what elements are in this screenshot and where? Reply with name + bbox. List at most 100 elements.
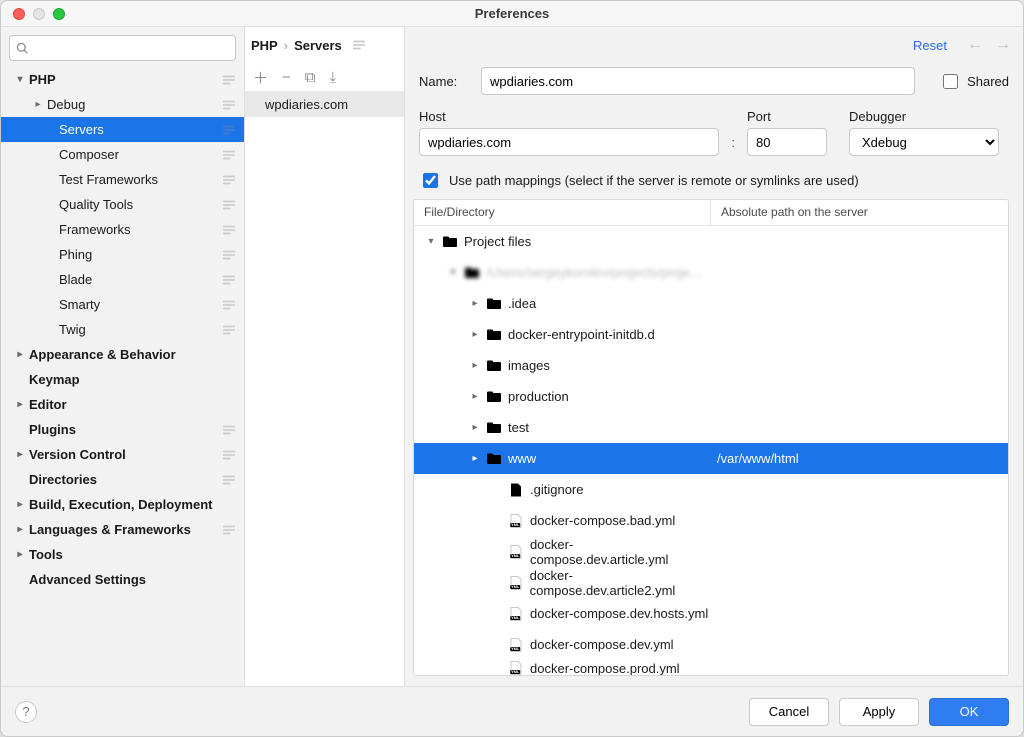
yml-file-icon [508, 637, 524, 653]
add-server-button[interactable]: ＋ [253, 67, 268, 88]
absolute-path-cell[interactable] [711, 474, 1008, 505]
breadcrumb-root[interactable]: PHP [251, 38, 278, 53]
nav-item-appearance-behavior[interactable]: ▸Appearance & Behavior [1, 342, 244, 367]
absolute-path-cell[interactable] [711, 412, 1008, 443]
file-row[interactable]: docker-compose.dev.hosts.yml [414, 598, 1008, 629]
nav-item-plugins[interactable]: Plugins [1, 417, 244, 442]
shared-checkbox[interactable] [943, 74, 958, 89]
reset-link[interactable]: Reset [913, 38, 947, 53]
apply-button[interactable]: Apply [839, 698, 919, 726]
absolute-path-cell[interactable] [711, 226, 1008, 257]
absolute-path-cell[interactable] [711, 350, 1008, 381]
nav-item-debug[interactable]: ▸Debug [1, 92, 244, 117]
nav-label: Build, Execution, Deployment [29, 497, 236, 512]
folder-row[interactable]: ▾/Users/sergeykorolev/projects/proje… [414, 257, 1008, 288]
window-zoom-button[interactable] [53, 8, 65, 20]
nav-item-directories[interactable]: Directories [1, 467, 244, 492]
file-row[interactable]: docker-compose.dev.yml [414, 629, 1008, 660]
nav-item-version-control[interactable]: ▸Version Control [1, 442, 244, 467]
folder-row[interactable]: ▾Project files [414, 226, 1008, 257]
nav-item-advanced-settings[interactable]: Advanced Settings [1, 567, 244, 592]
name-field[interactable] [481, 67, 915, 95]
disclosure-arrow: ▸ [470, 329, 480, 340]
nav-item-twig[interactable]: Twig [1, 317, 244, 342]
nav-label: Test Frameworks [59, 172, 222, 187]
file-row[interactable]: .gitignore [414, 474, 1008, 505]
import-server-button[interactable]: ⤓ [330, 69, 337, 86]
search-field[interactable] [33, 40, 229, 57]
file-row[interactable]: docker-compose.dev.article.yml [414, 536, 1008, 567]
host-port-separator: : [731, 135, 735, 156]
nav-item-composer[interactable]: Composer [1, 142, 244, 167]
settings-tree-panel: ▾PHP▸DebugServersComposerTest Frameworks… [1, 27, 245, 686]
folder-icon [486, 327, 502, 343]
folder-row[interactable]: ▸www/var/www/html [414, 443, 1008, 474]
file-label: /Users/sergeykorolev/projects/proje… [486, 265, 703, 280]
nav-label: Quality Tools [59, 197, 222, 212]
nav-item-quality-tools[interactable]: Quality Tools [1, 192, 244, 217]
absolute-path-cell[interactable] [711, 567, 1008, 598]
file-row[interactable]: docker-compose.dev.article2.yml [414, 567, 1008, 598]
absolute-path-cell[interactable] [711, 319, 1008, 350]
file-label: docker-compose.dev.yml [530, 637, 674, 652]
absolute-path-cell[interactable] [711, 381, 1008, 412]
help-button[interactable]: ? [15, 701, 37, 723]
disclosure-arrow: ▸ [15, 449, 25, 460]
absolute-path-cell[interactable] [711, 257, 1008, 288]
servers-list[interactable]: wpdiaries.com [245, 91, 404, 686]
absolute-path-cell[interactable] [711, 536, 1008, 567]
nav-item-editor[interactable]: ▸Editor [1, 392, 244, 417]
use-path-mappings-checkbox[interactable] [423, 173, 438, 188]
absolute-path-cell[interactable] [711, 598, 1008, 629]
nav-item-languages-frameworks[interactable]: ▸Languages & Frameworks [1, 517, 244, 542]
nav-item-test-frameworks[interactable]: Test Frameworks [1, 167, 244, 192]
nav-item-tools[interactable]: ▸Tools [1, 542, 244, 567]
nav-item-keymap[interactable]: Keymap [1, 367, 244, 392]
absolute-path-cell[interactable] [711, 660, 1008, 675]
file-row[interactable]: docker-compose.prod.yml [414, 660, 1008, 675]
for-project-icon [222, 198, 236, 212]
folder-icon [486, 389, 502, 405]
nav-item-frameworks[interactable]: Frameworks [1, 217, 244, 242]
nav-label: Servers [59, 122, 222, 137]
nav-item-smarty[interactable]: Smarty [1, 292, 244, 317]
folder-row[interactable]: ▸.idea [414, 288, 1008, 319]
search-input[interactable] [9, 35, 236, 61]
nav-item-blade[interactable]: Blade [1, 267, 244, 292]
absolute-path-cell[interactable]: /var/www/html [711, 443, 1008, 474]
folder-row[interactable]: ▸production [414, 381, 1008, 412]
nav-item-build-execution-deployment[interactable]: ▸Build, Execution, Deployment [1, 492, 244, 517]
absolute-path-cell[interactable] [711, 629, 1008, 660]
debugger-select[interactable]: Xdebug [849, 128, 999, 156]
breadcrumb: PHP › Servers [245, 27, 404, 63]
window-minimize-button[interactable] [33, 8, 45, 20]
absolute-path-cell[interactable] [711, 505, 1008, 536]
disclosure-arrow: ▸ [470, 360, 480, 371]
settings-tree[interactable]: ▾PHP▸DebugServersComposerTest Frameworks… [1, 67, 244, 686]
path-mapping-body[interactable]: ▾Project files▾/Users/sergeykorolev/proj… [414, 226, 1008, 675]
window-close-button[interactable] [13, 8, 25, 20]
nav-item-phing[interactable]: Phing [1, 242, 244, 267]
absolute-path-cell[interactable] [711, 288, 1008, 319]
search-icon [16, 42, 29, 55]
column-absolute-path: Absolute path on the server [711, 200, 1008, 225]
server-item[interactable]: wpdiaries.com [245, 91, 404, 117]
copy-server-button[interactable]: ⧉ [305, 69, 316, 86]
file-label: docker-compose.dev.article2.yml [530, 568, 711, 598]
folder-row[interactable]: ▸images [414, 350, 1008, 381]
servers-list-panel: PHP › Servers ＋ − ⧉ ⤓ wpdiaries.com [245, 27, 405, 686]
ok-button[interactable]: OK [929, 698, 1009, 726]
host-field[interactable] [419, 128, 719, 156]
cancel-button[interactable]: Cancel [749, 698, 829, 726]
nav-item-servers[interactable]: Servers [1, 117, 244, 142]
remove-server-button[interactable]: − [282, 69, 291, 86]
nav-label: Debug [47, 97, 222, 112]
nav-item-php[interactable]: ▾PHP [1, 67, 244, 92]
folder-icon [486, 451, 502, 467]
folder-icon [486, 420, 502, 436]
port-field[interactable] [747, 128, 827, 156]
folder-row[interactable]: ▸docker-entrypoint-initdb.d [414, 319, 1008, 350]
folder-row[interactable]: ▸test [414, 412, 1008, 443]
file-row[interactable]: docker-compose.bad.yml [414, 505, 1008, 536]
nav-label: Frameworks [59, 222, 222, 237]
